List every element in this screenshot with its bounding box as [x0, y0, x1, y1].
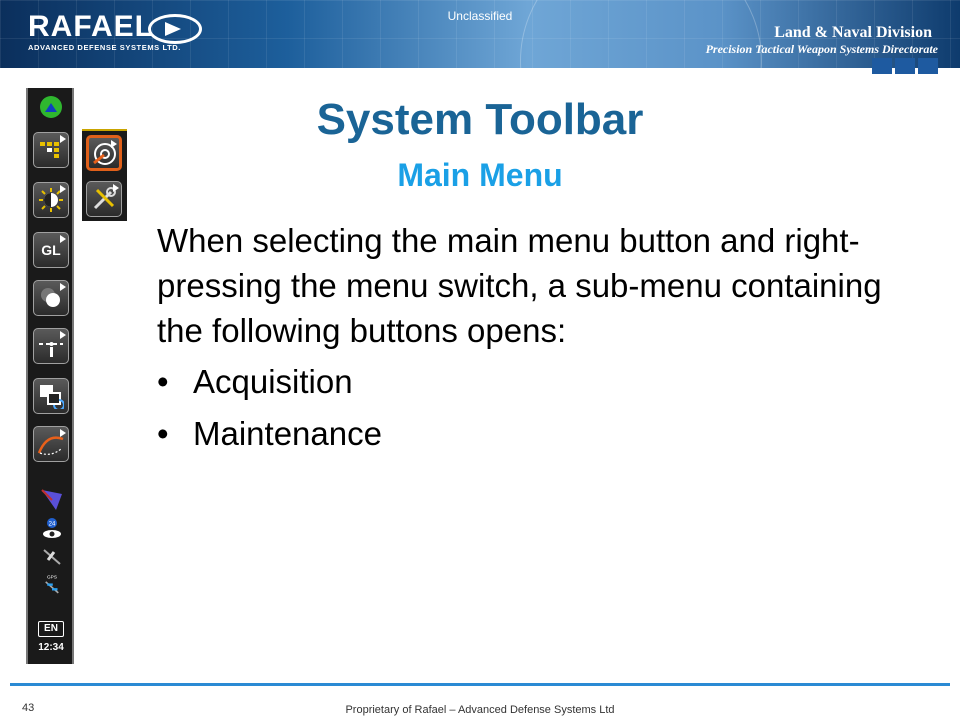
slide-title: System Toolbar: [316, 95, 644, 144]
gps-label: GPS: [47, 575, 57, 580]
satellite-icon: [43, 549, 61, 565]
gps-satellite-icon: GPS: [45, 575, 59, 594]
header-banner: RAFAEL ADVANCED DEFENSE SYSTEMS LTD. Unc…: [0, 0, 960, 68]
division-title: Land & Naval Division: [774, 24, 932, 41]
directorate-title: Precision Tactical Weapon Systems Direct…: [705, 42, 938, 56]
footer-copyright: Proprietary of Rafael – Advanced Defense…: [345, 704, 615, 716]
bullet-marker: •: [157, 415, 169, 452]
rafael-logo-subtitle: ADVANCED DEFENSE SYSTEMS LTD.: [28, 43, 181, 52]
list-item: • Maintenance: [157, 412, 857, 464]
bullet-text: Maintenance: [193, 415, 382, 452]
classification-label: Unclassified: [447, 9, 513, 23]
slide-subtitle: Main Menu: [0, 157, 960, 194]
bullet-text: Acquisition: [193, 363, 353, 400]
circles-button[interactable]: [33, 280, 69, 316]
marker-button[interactable]: [33, 328, 69, 364]
antenna-icon: [41, 489, 62, 510]
gl-icon: GL: [41, 242, 61, 258]
trajectory-button[interactable]: [33, 426, 69, 462]
list-item: • Acquisition: [157, 360, 857, 412]
clock-display: 12:34: [38, 642, 64, 653]
window-refresh-button[interactable]: [33, 378, 69, 414]
eye-24-icon: 24: [43, 518, 61, 538]
bullet-list: • Acquisition • Maintenance: [157, 360, 857, 464]
svg-text:24: 24: [49, 522, 56, 528]
gl-button[interactable]: GL: [33, 232, 69, 268]
footer-divider: [10, 683, 950, 686]
bullet-marker: •: [157, 363, 169, 400]
header-squares-decoration: [872, 58, 938, 74]
language-indicator[interactable]: EN: [38, 621, 64, 637]
slide-subtitle-text: Main Menu: [397, 157, 563, 193]
window-refresh-icon: [40, 385, 64, 409]
slide-body-text: When selecting the main menu button and …: [157, 222, 882, 349]
